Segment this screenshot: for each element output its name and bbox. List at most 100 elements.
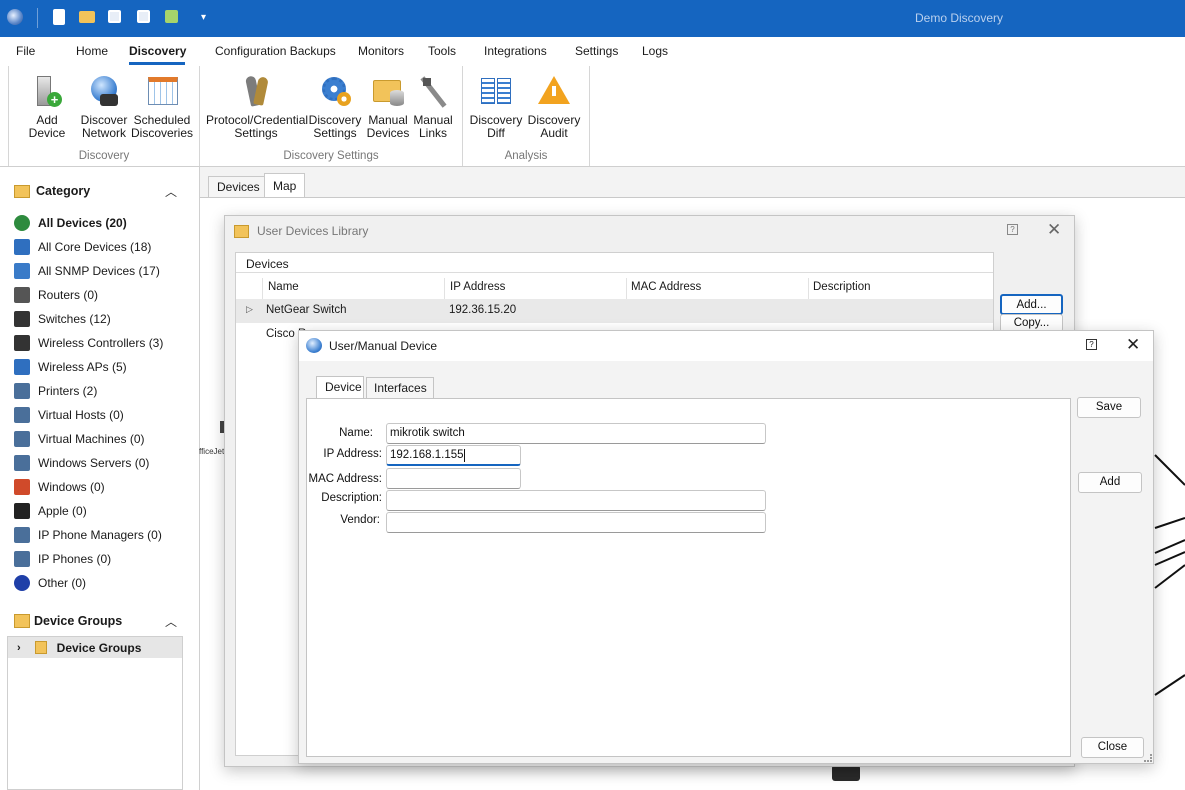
category-item[interactable]: Wireless APs (5) [14,357,127,377]
column-header-mac[interactable]: MAC Address [627,278,809,299]
category-item[interactable]: Switches (12) [14,309,111,329]
router-map-icon[interactable] [832,765,860,781]
tab-map[interactable]: Map [264,173,306,197]
category-item-label: Other (0) [38,576,87,590]
column-header-name[interactable]: Name [262,278,445,299]
map-link [1154,551,1185,566]
ribbon-group-discovery: + Add Device Discover Network Scheduled Di… [8,66,200,166]
map-link [1154,674,1185,696]
discovery-settings-button[interactable]: Discovery Settings [308,74,362,140]
tab-device[interactable]: Device [316,376,364,399]
export-icon[interactable] [165,10,178,23]
manual-close-icon[interactable]: ✕ [1126,335,1140,355]
category-item-label: All Devices (20) [38,216,127,230]
category-item[interactable]: IP Phones (0) [14,549,111,569]
keys-icon [240,74,272,108]
ip-address-field[interactable]: 192.168.1.155 [386,445,521,466]
diff-icon [480,74,512,108]
menu-settings[interactable]: Settings [575,44,618,58]
manual-devices-button[interactable]: Manual Devices [364,74,412,140]
discovery-audit-button[interactable]: Discovery Audit [527,74,581,140]
category-item[interactable]: Routers (0) [14,285,98,305]
menu-logs[interactable]: Logs [642,44,668,58]
save-button[interactable]: Save [1077,397,1141,418]
row-expand-icon[interactable]: ▷ [246,304,253,315]
category-item-label: IP Phone Managers (0) [38,528,162,542]
save-all-icon[interactable] [137,10,150,23]
toolbar-separator [37,8,38,28]
discovery-diff-button[interactable]: Discovery Diff [469,74,523,140]
add-device-icon: + [31,74,63,108]
save-icon[interactable] [108,10,121,23]
scheduled-discoveries-button[interactable]: Scheduled Discoveries [131,74,193,140]
library-add-button[interactable]: Add... [1000,294,1063,315]
category-item[interactable]: Windows Servers (0) [14,453,149,473]
map-links [1154,454,1185,696]
ip-address-label: IP Address: [323,448,382,460]
open-folder-icon[interactable] [79,11,95,23]
name-field[interactable]: mikrotik switch [386,423,766,444]
menu-integrations[interactable]: Integrations [484,44,547,58]
manual-links-button[interactable]: Manual Links [412,74,454,140]
add-device-button[interactable]: + Add Device [17,74,77,140]
switch-icon [14,311,30,327]
question-icon [14,575,30,591]
category-item[interactable]: Virtual Hosts (0) [14,405,124,425]
ribbon-group-caption: Discovery Settings [283,150,379,162]
category-item[interactable]: Wireless Controllers (3) [14,333,163,353]
ribbon-group-caption: Analysis [504,150,548,162]
category-item-label: Virtual Machines (0) [38,432,145,446]
library-close-icon[interactable]: ✕ [1047,220,1061,240]
device-groups-tree: › Device Groups [7,636,183,790]
tab-devices[interactable]: Devices [208,176,269,197]
category-item[interactable]: IP Phone Managers (0) [14,525,162,545]
map-node-label: fficeJet [199,447,225,456]
protocol-credential-settings-button[interactable]: Protocol/Credential Settings [206,74,308,140]
device-groups-tree-item[interactable]: › Device Groups [8,637,182,658]
collapse-device-groups-icon[interactable]: ︿ [165,613,177,630]
tab-interfaces[interactable]: Interfaces [366,377,434,398]
category-item[interactable]: Printers (2) [14,381,97,401]
mac-address-field[interactable] [386,468,521,489]
category-header[interactable]: Category [14,184,90,198]
library-help-icon[interactable]: ? [1007,224,1018,235]
manual-help-icon[interactable]: ? [1086,339,1097,350]
category-item[interactable]: All SNMP Devices (17) [14,261,160,281]
description-label: Description: [321,492,382,504]
menu-file[interactable]: File [16,44,35,58]
category-item[interactable]: Other (0) [14,573,86,593]
ribbon-group-caption: Discovery [78,150,130,162]
menu-tools[interactable]: Tools [428,44,456,58]
wireless-controller-icon [14,335,30,351]
column-header-ip[interactable]: IP Address [445,278,627,299]
collapse-category-icon[interactable]: ︿ [165,183,177,200]
category-item[interactable]: Apple (0) [14,501,87,521]
menu-configuration-backups[interactable]: Configuration Backups [215,44,336,58]
customize-toolbar-icon[interactable]: ▾ [201,12,206,23]
menu-discovery[interactable]: Discovery [129,44,186,58]
discover-network-icon [88,74,120,108]
expand-chevron-icon[interactable]: › [17,642,21,654]
router-icon [14,287,30,303]
device-groups-header[interactable]: Device Groups [14,614,122,628]
menu-home[interactable]: Home [76,44,108,58]
discover-network-button[interactable]: Discover Network [79,74,129,140]
column-header-description[interactable]: Description [809,278,993,299]
new-file-icon[interactable] [53,9,65,25]
close-button[interactable]: Close [1081,737,1144,758]
table-row[interactable]: ▷ NetGear Switch 192.36.15.20 [236,299,993,323]
vendor-field[interactable] [386,512,766,533]
category-item-label: Apple (0) [38,504,87,518]
ribbon-group-analysis: Discovery Diff Discovery Audit Analysis [463,66,590,166]
category-item[interactable]: All Devices (20) [14,213,127,233]
category-item[interactable]: Windows (0) [14,477,105,497]
category-item[interactable]: Virtual Machines (0) [14,429,145,449]
description-field[interactable] [386,490,766,511]
menu-monitors[interactable]: Monitors [358,44,404,58]
resize-grip-icon[interactable] [1144,754,1152,762]
add-button[interactable]: Add [1078,472,1142,493]
category-item[interactable]: All Core Devices (18) [14,237,151,257]
category-item-label: All SNMP Devices (17) [38,264,160,278]
library-dialog-icon [234,225,249,238]
globe-icon [14,215,30,231]
